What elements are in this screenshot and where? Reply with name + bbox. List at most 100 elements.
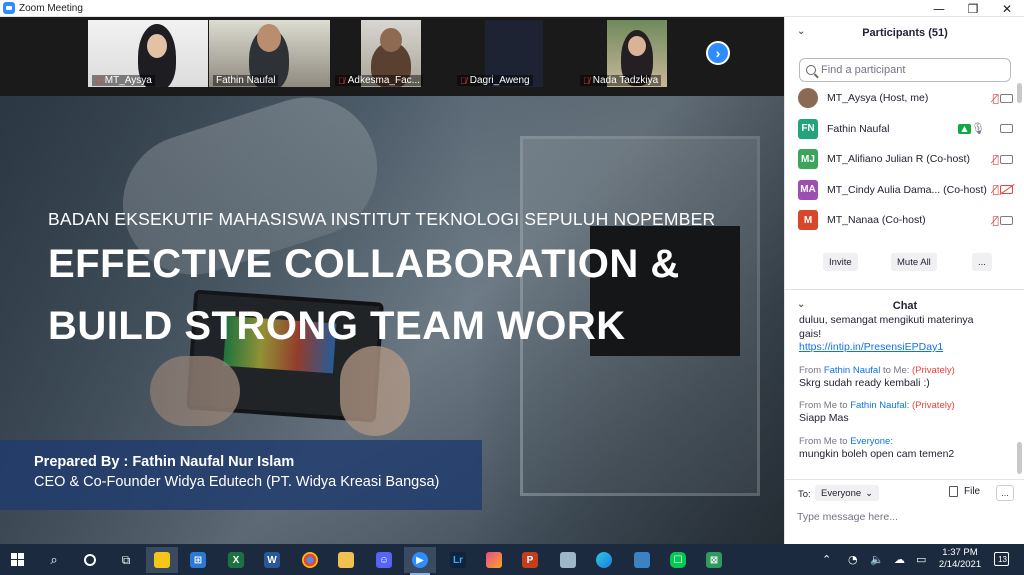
video-thumbnail[interactable]: 🎙̸ MT_Aysya bbox=[88, 20, 208, 87]
participant-face bbox=[380, 28, 402, 52]
chat-recipient[interactable]: Fathin Naufal: bbox=[850, 400, 909, 411]
windows-taskbar: ⌕ ⧉ ⊞ X W ☺ ▶ Lr P ☐ ⊠ ⌃ ◔ 🔈 ☁ ▭ 1:37 PM… bbox=[0, 544, 1024, 575]
participants-scrollbar[interactable] bbox=[1017, 83, 1022, 103]
participant-row[interactable]: MJ MT_Alifiano Julian R (Co-host) 🎙̸ bbox=[785, 144, 1017, 175]
video-thumbnail[interactable]: 🎙̸ Nada Tadzkiya bbox=[576, 20, 696, 87]
photos-icon[interactable] bbox=[478, 547, 510, 573]
battery-icon[interactable]: ▭ bbox=[916, 544, 926, 575]
participant-face bbox=[147, 34, 167, 58]
show-hidden-icons[interactable]: ⌃ bbox=[822, 544, 831, 575]
avatar: MA bbox=[798, 179, 818, 200]
shared-screen-slide: BADAN EKSEKUTIF MAHASISWA INSTITUT TEKNO… bbox=[0, 96, 784, 544]
participant-row[interactable]: FN Fathin Naufal ▲ 🎙 bbox=[785, 114, 1017, 145]
chrome-icon[interactable] bbox=[294, 547, 326, 573]
invite-button[interactable]: Invite bbox=[823, 253, 858, 271]
camera-icon[interactable] bbox=[1000, 154, 1013, 164]
participant-face bbox=[257, 24, 281, 52]
participants-title: Participants (51) bbox=[862, 27, 948, 39]
mic-muted-icon[interactable]: 🎙̸ bbox=[992, 92, 999, 105]
zoom-app-icon bbox=[3, 2, 15, 14]
participant-name: MT_Alifiano Julian R (Co-host) bbox=[827, 153, 970, 166]
cloud-icon[interactable]: ☁ bbox=[894, 544, 905, 575]
file-icon bbox=[949, 486, 958, 497]
photo-viewer-icon[interactable] bbox=[626, 547, 658, 573]
chat-link[interactable]: https://intip.in/PresensiEPDay1 bbox=[799, 341, 1011, 355]
powerpoint-icon[interactable]: P bbox=[514, 547, 546, 573]
lightroom-icon[interactable]: Lr bbox=[442, 547, 474, 573]
avatar: FN bbox=[798, 118, 818, 139]
file-explorer-icon[interactable] bbox=[330, 547, 362, 573]
slide-headline-line1: EFFECTIVE COLLABORATION & bbox=[48, 242, 680, 286]
slide-organization: BADAN EKSEKUTIF MAHASISWA INSTITUT TEKNO… bbox=[48, 209, 716, 229]
sticky-notes-icon[interactable] bbox=[146, 547, 178, 573]
notebook-icon[interactable] bbox=[552, 547, 584, 573]
private-tag: (Privately) bbox=[912, 400, 955, 411]
chat-message-meta: From Me to Fathin Naufal: (Privately) bbox=[799, 400, 955, 411]
word-icon[interactable]: W bbox=[256, 547, 288, 573]
wifi-icon[interactable]: ◔ bbox=[848, 544, 858, 575]
chevron-down-icon: ⌄ bbox=[865, 487, 874, 499]
mic-icon[interactable]: 🎙 bbox=[971, 122, 985, 135]
mic-muted-icon[interactable]: 🎙̸ bbox=[992, 153, 999, 166]
mute-all-button[interactable]: Mute All bbox=[891, 253, 937, 271]
participant-search-input[interactable] bbox=[821, 64, 1001, 76]
video-thumbnail-active-speaker[interactable]: Fathin Naufal bbox=[209, 20, 330, 87]
close-button[interactable]: ✕ bbox=[990, 0, 1024, 17]
file-button[interactable]: File bbox=[949, 486, 980, 497]
chat-compose-toolbar: To: Everyone ⌄ File ... bbox=[785, 479, 1024, 507]
chat-message-text: Skrg sudah ready kembali :) bbox=[799, 376, 930, 389]
video-thumbnail[interactable]: 🎙̸ Dagri_Aweng bbox=[453, 20, 573, 87]
excel-icon[interactable]: X bbox=[220, 547, 252, 573]
participant-search[interactable] bbox=[799, 58, 1011, 82]
search-icon[interactable]: ⌕ bbox=[38, 547, 70, 573]
more-options-button[interactable]: ... bbox=[972, 253, 992, 271]
line-icon[interactable]: ☐ bbox=[662, 547, 694, 573]
video-thumbnail-strip: 🎙̸ MT_Aysya Fathin Naufal 🎙̸ Adkesma_Fac..… bbox=[0, 17, 784, 88]
recipient-select[interactable]: Everyone ⌄ bbox=[815, 485, 880, 501]
camera-icon[interactable] bbox=[1000, 93, 1013, 103]
camera-off-icon[interactable] bbox=[1000, 185, 1013, 195]
mic-muted-icon[interactable]: 🎙̸ bbox=[992, 214, 999, 227]
title-bar: Zoom Meeting — ❐ ✕ bbox=[0, 0, 1024, 17]
participant-name: MT_Nanaa (Co-host) bbox=[827, 214, 926, 227]
windows-store-icon[interactable]: ⊞ bbox=[182, 547, 214, 573]
participant-face bbox=[628, 36, 646, 56]
participant-name: MT_Aysya (Host, me) bbox=[827, 92, 929, 105]
collapse-chevron-icon[interactable]: ⌄ bbox=[797, 299, 805, 310]
maximize-button[interactable]: ❐ bbox=[956, 0, 990, 17]
volume-icon[interactable]: 🔈 bbox=[870, 544, 884, 575]
minimize-button[interactable]: — bbox=[922, 0, 956, 17]
private-tag: (Privately) bbox=[912, 364, 955, 376]
participant-row[interactable]: MA MT_Cindy Aulia Dama... (Co-host) 🎙̸ bbox=[785, 175, 1017, 206]
participants-header: ⌄ Participants (51) bbox=[785, 17, 1024, 49]
avatar bbox=[798, 88, 818, 109]
camera-icon[interactable] bbox=[1000, 215, 1013, 225]
chat-recipient[interactable]: Everyone: bbox=[850, 436, 893, 447]
video-thumbnail[interactable]: 🎙̸ Adkesma_Fac... bbox=[331, 20, 451, 87]
clock-time: 1:37 PM bbox=[942, 547, 978, 558]
chat-sender[interactable]: Fathin Naufal bbox=[824, 365, 881, 376]
chat-message-input[interactable] bbox=[797, 507, 1013, 527]
chat-more-button[interactable]: ... bbox=[996, 485, 1014, 501]
zoom-taskbar-icon[interactable]: ▶ bbox=[404, 547, 436, 575]
collapse-chevron-icon[interactable]: ⌄ bbox=[797, 26, 805, 37]
edge-icon[interactable] bbox=[588, 547, 620, 573]
participant-row[interactable]: M MT_Nanaa (Co-host) 🎙̸ bbox=[785, 205, 1017, 236]
taskbar-clock[interactable]: 1:37 PM 2/14/2021 bbox=[936, 547, 984, 571]
task-view-icon[interactable]: ⧉ bbox=[110, 547, 142, 573]
next-page-arrow-icon[interactable]: › bbox=[706, 41, 730, 65]
chat-message-meta: From Me to Everyone: bbox=[799, 435, 893, 447]
screen-share-icon: ▲ bbox=[958, 123, 971, 134]
meeting-area: 🎙̸ MT_Aysya Fathin Naufal 🎙̸ Adkesma_Fac..… bbox=[0, 17, 784, 544]
start-button[interactable] bbox=[2, 547, 34, 573]
mic-muted-icon: 🎙̸ bbox=[338, 75, 345, 86]
participant-row[interactable]: MT_Aysya (Host, me) 🎙̸ bbox=[785, 83, 1017, 114]
mic-muted-icon[interactable]: 🎙̸ bbox=[992, 183, 999, 196]
spreadsheet-icon[interactable]: ⊠ bbox=[698, 547, 730, 573]
cortana-icon[interactable] bbox=[74, 547, 106, 573]
notification-center-icon[interactable]: 13 bbox=[994, 552, 1009, 566]
discord-icon[interactable]: ☺ bbox=[368, 547, 400, 573]
chat-messages: duluu, semangat mengikuti materinya gais… bbox=[799, 314, 1011, 461]
camera-icon[interactable] bbox=[1000, 124, 1013, 134]
chat-scrollbar[interactable] bbox=[1017, 442, 1022, 474]
